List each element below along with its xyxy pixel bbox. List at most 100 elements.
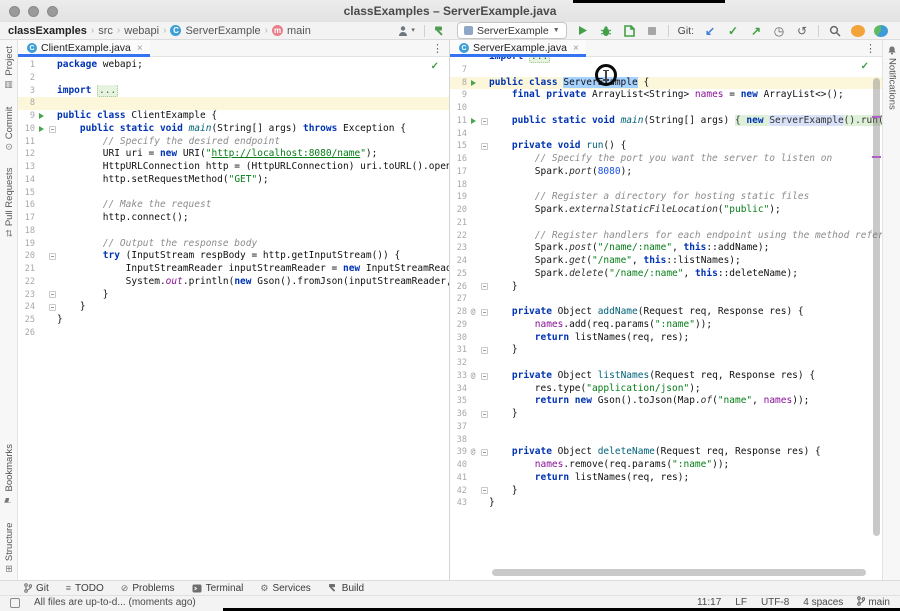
tool-window-toggle-icon[interactable] — [10, 598, 20, 608]
code-text[interactable] — [489, 64, 882, 77]
code-text[interactable]: Spark.get("/name", this::listNames); — [489, 255, 882, 268]
code-line[interactable]: 16 // Specify the port you want the serv… — [450, 153, 882, 166]
code-text[interactable] — [489, 128, 882, 141]
breadcrumb-method[interactable]: main — [287, 25, 311, 37]
git-commit-button[interactable]: ✓ — [726, 23, 740, 39]
code-line[interactable]: 25} — [18, 314, 449, 327]
sidebar-item-commit[interactable]: ⊙ Commit — [4, 107, 15, 150]
code-line[interactable]: 29 names.add(req.params(":name")); — [450, 319, 882, 332]
code-text[interactable]: URI uri = new URI("http://localhost:8080… — [57, 148, 449, 161]
code-text[interactable]: private Object addName(Request req, Resp… — [489, 306, 882, 319]
toolwindow-terminal[interactable]: Terminal — [192, 583, 244, 594]
code-text[interactable] — [489, 357, 882, 370]
code-text[interactable]: import ... — [489, 57, 882, 64]
code-text[interactable]: http.setRequestMethod("GET"); — [57, 174, 449, 187]
code-line[interactable]: 9public class ClientExample { — [18, 110, 449, 123]
code-line[interactable]: 30 return listNames(req, res); — [450, 332, 882, 345]
fold-icon[interactable] — [481, 449, 488, 456]
gutter-slot[interactable] — [467, 77, 479, 90]
gutter-slot[interactable] — [35, 123, 47, 136]
code-text[interactable]: http.connect(); — [57, 212, 449, 225]
code-text[interactable]: package webapi; — [57, 59, 449, 72]
code-text[interactable]: public static void main(String[] args) {… — [489, 115, 882, 128]
breadcrumb-src[interactable]: src — [98, 25, 113, 37]
code-text[interactable]: } — [57, 289, 449, 302]
gutter-slot[interactable] — [35, 110, 47, 123]
line-separator-indicator[interactable]: LF — [735, 597, 747, 608]
code-line[interactable]: 19 // Register a directory for hosting s… — [450, 191, 882, 204]
code-text[interactable]: } — [489, 485, 882, 498]
breadcrumb-project[interactable]: classExamples — [8, 25, 87, 37]
code-line[interactable]: 22 // Register handlers for each endpoin… — [450, 230, 882, 243]
code-line[interactable]: 1package webapi; — [18, 59, 449, 72]
gutter-slot[interactable] — [467, 115, 479, 128]
history-button[interactable]: ◷ — [772, 23, 786, 39]
code-line[interactable]: 42 } — [450, 485, 882, 498]
code-line[interactable]: 25 Spark.delete("/name/:name", this::del… — [450, 268, 882, 281]
toolwindow-services[interactable]: ⚙ Services — [260, 583, 310, 594]
code-line[interactable]: 24 } — [18, 301, 449, 314]
git-push-button[interactable]: ↗ — [749, 23, 763, 39]
code-line[interactable]: 8public class ServerExample { — [450, 77, 882, 90]
code-text[interactable] — [489, 421, 882, 434]
sidebar-item-structure[interactable]: ⊞ Structure — [4, 523, 15, 572]
code-line[interactable]: 15 — [18, 187, 449, 200]
code-line[interactable]: 22 System.out.println(new Gson().fromJso… — [18, 276, 449, 289]
code-line[interactable]: 11 public static void main(String[] args… — [450, 115, 882, 128]
code-text[interactable]: // Output the response body — [57, 238, 449, 251]
toolwindow-problems[interactable]: ⊘ Problems — [121, 583, 175, 594]
code-text[interactable]: Spark.delete("/name/:name", this::delete… — [489, 268, 882, 281]
code-line[interactable]: 33@ private Object listNames(Request req… — [450, 370, 882, 383]
run-configuration-select[interactable]: ServerExample ▼ — [457, 22, 567, 39]
code-line[interactable]: 17 Spark.port(8080); — [450, 166, 882, 179]
run-line-icon[interactable] — [471, 118, 476, 124]
encoding-indicator[interactable]: UTF-8 — [761, 597, 789, 608]
code-text[interactable]: // Make the request — [57, 199, 449, 212]
fold-icon[interactable] — [481, 347, 488, 354]
close-tab-icon[interactable]: × — [573, 43, 579, 54]
run-button[interactable] — [576, 23, 590, 39]
fold-icon[interactable] — [49, 304, 56, 311]
fold-icon[interactable] — [481, 143, 488, 150]
code-text[interactable]: // Register handlers for each endpoint u… — [489, 230, 882, 243]
sidebar-item-pull-requests[interactable]: ⇅ Pull Requests — [4, 168, 15, 237]
code-text[interactable] — [57, 72, 449, 85]
code-text[interactable]: System.out.println(new Gson().fromJson(i… — [57, 276, 449, 289]
code-text[interactable]: public class ClientExample { — [57, 110, 449, 123]
code-line[interactable]: 14 http.setRequestMethod("GET"); — [18, 174, 449, 187]
code-line[interactable]: import ... — [450, 57, 882, 64]
code-line[interactable]: 39@ private Object deleteName(Request re… — [450, 446, 882, 459]
code-line[interactable]: 3import ... — [18, 85, 449, 98]
code-line[interactable]: 24 Spark.get("/name", this::listNames); — [450, 255, 882, 268]
code-editor-right[interactable]: import ...78public class ServerExample {… — [450, 57, 882, 580]
code-line[interactable]: 7 — [450, 64, 882, 77]
run-line-icon[interactable] — [39, 113, 44, 119]
code-line[interactable]: 26 — [18, 327, 449, 340]
code-text[interactable]: return listNames(req, res); — [489, 472, 882, 485]
tab-options-icon[interactable]: ⋮ — [426, 40, 449, 56]
code-text[interactable]: InputStreamReader inputStreamReader = ne… — [57, 263, 449, 276]
code-text[interactable] — [57, 97, 449, 110]
fold-icon[interactable] — [481, 283, 488, 290]
code-line[interactable]: 10 — [450, 102, 882, 115]
fold-icon[interactable] — [49, 291, 56, 298]
code-text[interactable]: try (InputStream respBody = http.getInpu… — [57, 250, 449, 263]
debug-button[interactable] — [599, 23, 613, 39]
code-text[interactable] — [489, 179, 882, 192]
sidebar-item-notifications[interactable]: Notifications — [887, 46, 898, 110]
code-text[interactable]: private void run() { — [489, 140, 882, 153]
code-text[interactable]: return listNames(req, res); — [489, 332, 882, 345]
fold-icon[interactable] — [481, 118, 488, 125]
code-line[interactable]: 18 — [18, 225, 449, 238]
code-text[interactable]: Spark.port(8080); — [489, 166, 882, 179]
caret-position[interactable]: 11:17 — [697, 597, 721, 608]
code-line[interactable]: 12 URI uri = new URI("http://localhost:8… — [18, 148, 449, 161]
code-line[interactable]: 2 — [18, 72, 449, 85]
code-line[interactable]: 38 — [450, 434, 882, 447]
rollback-button[interactable]: ↺ — [795, 23, 809, 39]
code-text[interactable] — [57, 327, 449, 340]
indent-indicator[interactable]: 4 spaces — [803, 597, 843, 608]
code-text[interactable]: // Register a directory for hosting stat… — [489, 191, 882, 204]
code-line[interactable]: 21 InputStreamReader inputStreamReader =… — [18, 263, 449, 276]
code-line[interactable]: 21 — [450, 217, 882, 230]
